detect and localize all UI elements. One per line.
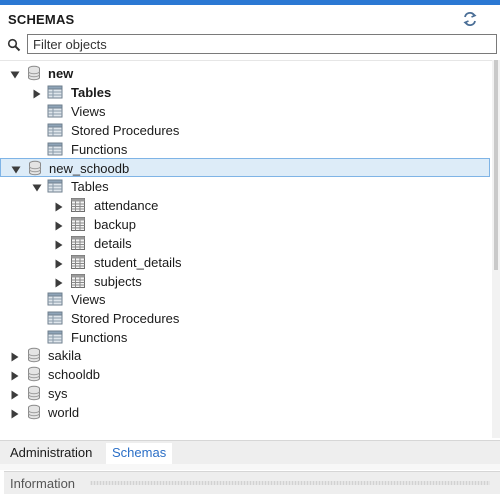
tree-item-label: world: [48, 405, 80, 420]
collapsed-arrow-icon[interactable]: [10, 388, 20, 400]
tree-item-label: Tables: [71, 85, 112, 100]
tree-item-label: subjects: [94, 274, 142, 289]
collapsed-arrow-icon[interactable]: [32, 87, 42, 99]
tree-item-label: Views: [71, 104, 106, 119]
database-icon: [26, 366, 42, 382]
collapsed-arrow-icon[interactable]: [54, 219, 64, 231]
tab-schemas[interactable]: Schemas: [106, 443, 173, 464]
tree-item-label: details: [94, 236, 132, 251]
filter-objects-input[interactable]: [27, 34, 497, 54]
tree-item-label: Stored Procedures: [71, 311, 180, 326]
tree-item-label: attendance: [94, 198, 159, 213]
tree-scrollbar[interactable]: [492, 60, 500, 438]
database-icon: [26, 404, 42, 420]
collapsed-arrow-icon[interactable]: [10, 369, 20, 381]
expanded-arrow-icon[interactable]: [32, 181, 42, 192]
procedures-folder-icon: [47, 122, 63, 138]
functions-folder-icon: [47, 329, 63, 345]
tree-item-label: Functions: [71, 330, 128, 345]
table-icon: [70, 273, 86, 289]
tree-row[interactable]: Functions: [0, 328, 490, 346]
tree-item-label: new_schoodb: [49, 161, 130, 176]
collapsed-arrow-icon[interactable]: [54, 200, 64, 212]
expanded-arrow-icon[interactable]: [10, 68, 20, 79]
collapsed-arrow-icon[interactable]: [54, 276, 64, 288]
resize-grip[interactable]: [90, 481, 490, 485]
tree-row[interactable]: sakila: [0, 346, 490, 364]
tree-row[interactable]: Tables: [0, 83, 490, 101]
tree-row[interactable]: world: [0, 403, 490, 421]
database-icon: [26, 385, 42, 401]
tree-row[interactable]: new_schoodb: [0, 158, 490, 177]
tree-row[interactable]: new: [0, 64, 490, 82]
database-icon: [26, 65, 42, 81]
tree-row[interactable]: Tables: [0, 177, 490, 195]
tree-row[interactable]: subjects: [0, 272, 490, 290]
tree-item-label: Functions: [71, 142, 128, 157]
table-icon: [70, 216, 86, 232]
tree-row[interactable]: details: [0, 234, 490, 252]
collapsed-arrow-icon[interactable]: [10, 350, 20, 362]
tree-row[interactable]: student_details: [0, 253, 490, 271]
tree-item-label: student_details: [94, 255, 182, 270]
views-folder-icon: [47, 291, 63, 307]
tree-row[interactable]: schooldb: [0, 365, 490, 383]
procedures-folder-icon: [47, 310, 63, 326]
expanded-arrow-icon[interactable]: [11, 163, 21, 174]
tables-folder-icon: [47, 84, 63, 100]
tables-folder-icon: [47, 178, 63, 194]
bottom-tab-bar: Administration Schemas: [0, 440, 500, 464]
database-icon: [26, 347, 42, 363]
tree-row[interactable]: Functions: [0, 140, 490, 158]
schemas-header: SCHEMAS: [0, 5, 500, 33]
tree-item-label: Stored Procedures: [71, 123, 180, 138]
panel-title: SCHEMAS: [8, 12, 75, 27]
tree-item-label: new: [48, 66, 74, 81]
information-panel-header[interactable]: Information: [4, 471, 500, 494]
table-icon: [70, 235, 86, 251]
tree-row[interactable]: Stored Procedures: [0, 121, 490, 139]
filter-bar: [4, 34, 497, 56]
collapsed-arrow-icon[interactable]: [54, 238, 64, 250]
section-separator: [0, 464, 500, 470]
tab-administration[interactable]: Administration: [4, 443, 98, 464]
tree-row[interactable]: Views: [0, 102, 490, 120]
tree-item-label: sakila: [48, 348, 82, 363]
tree-row[interactable]: backup: [0, 215, 490, 233]
tree-row[interactable]: sys: [0, 384, 490, 402]
information-label: Information: [10, 476, 76, 491]
tree-item-label: Views: [71, 292, 106, 307]
database-icon: [27, 160, 43, 176]
collapsed-arrow-icon[interactable]: [10, 407, 20, 419]
tree-item-label: backup: [94, 217, 136, 232]
search-icon: [7, 38, 21, 52]
functions-folder-icon: [47, 141, 63, 157]
tree-item-label: sys: [48, 386, 68, 401]
table-icon: [70, 254, 86, 270]
collapsed-arrow-icon[interactable]: [54, 257, 64, 269]
refresh-icon[interactable]: [462, 11, 478, 27]
tree-row[interactable]: attendance: [0, 196, 490, 214]
table-icon: [70, 197, 86, 213]
tree-row[interactable]: Stored Procedures: [0, 309, 490, 327]
views-folder-icon: [47, 103, 63, 119]
tree-row[interactable]: Views: [0, 290, 490, 308]
schema-tree: new Tables Views Stored Procedures Functions…: [0, 60, 492, 439]
tree-item-label: Tables: [71, 179, 109, 194]
tree-item-label: schooldb: [48, 367, 101, 382]
scrollbar-thumb[interactable]: [494, 60, 498, 270]
